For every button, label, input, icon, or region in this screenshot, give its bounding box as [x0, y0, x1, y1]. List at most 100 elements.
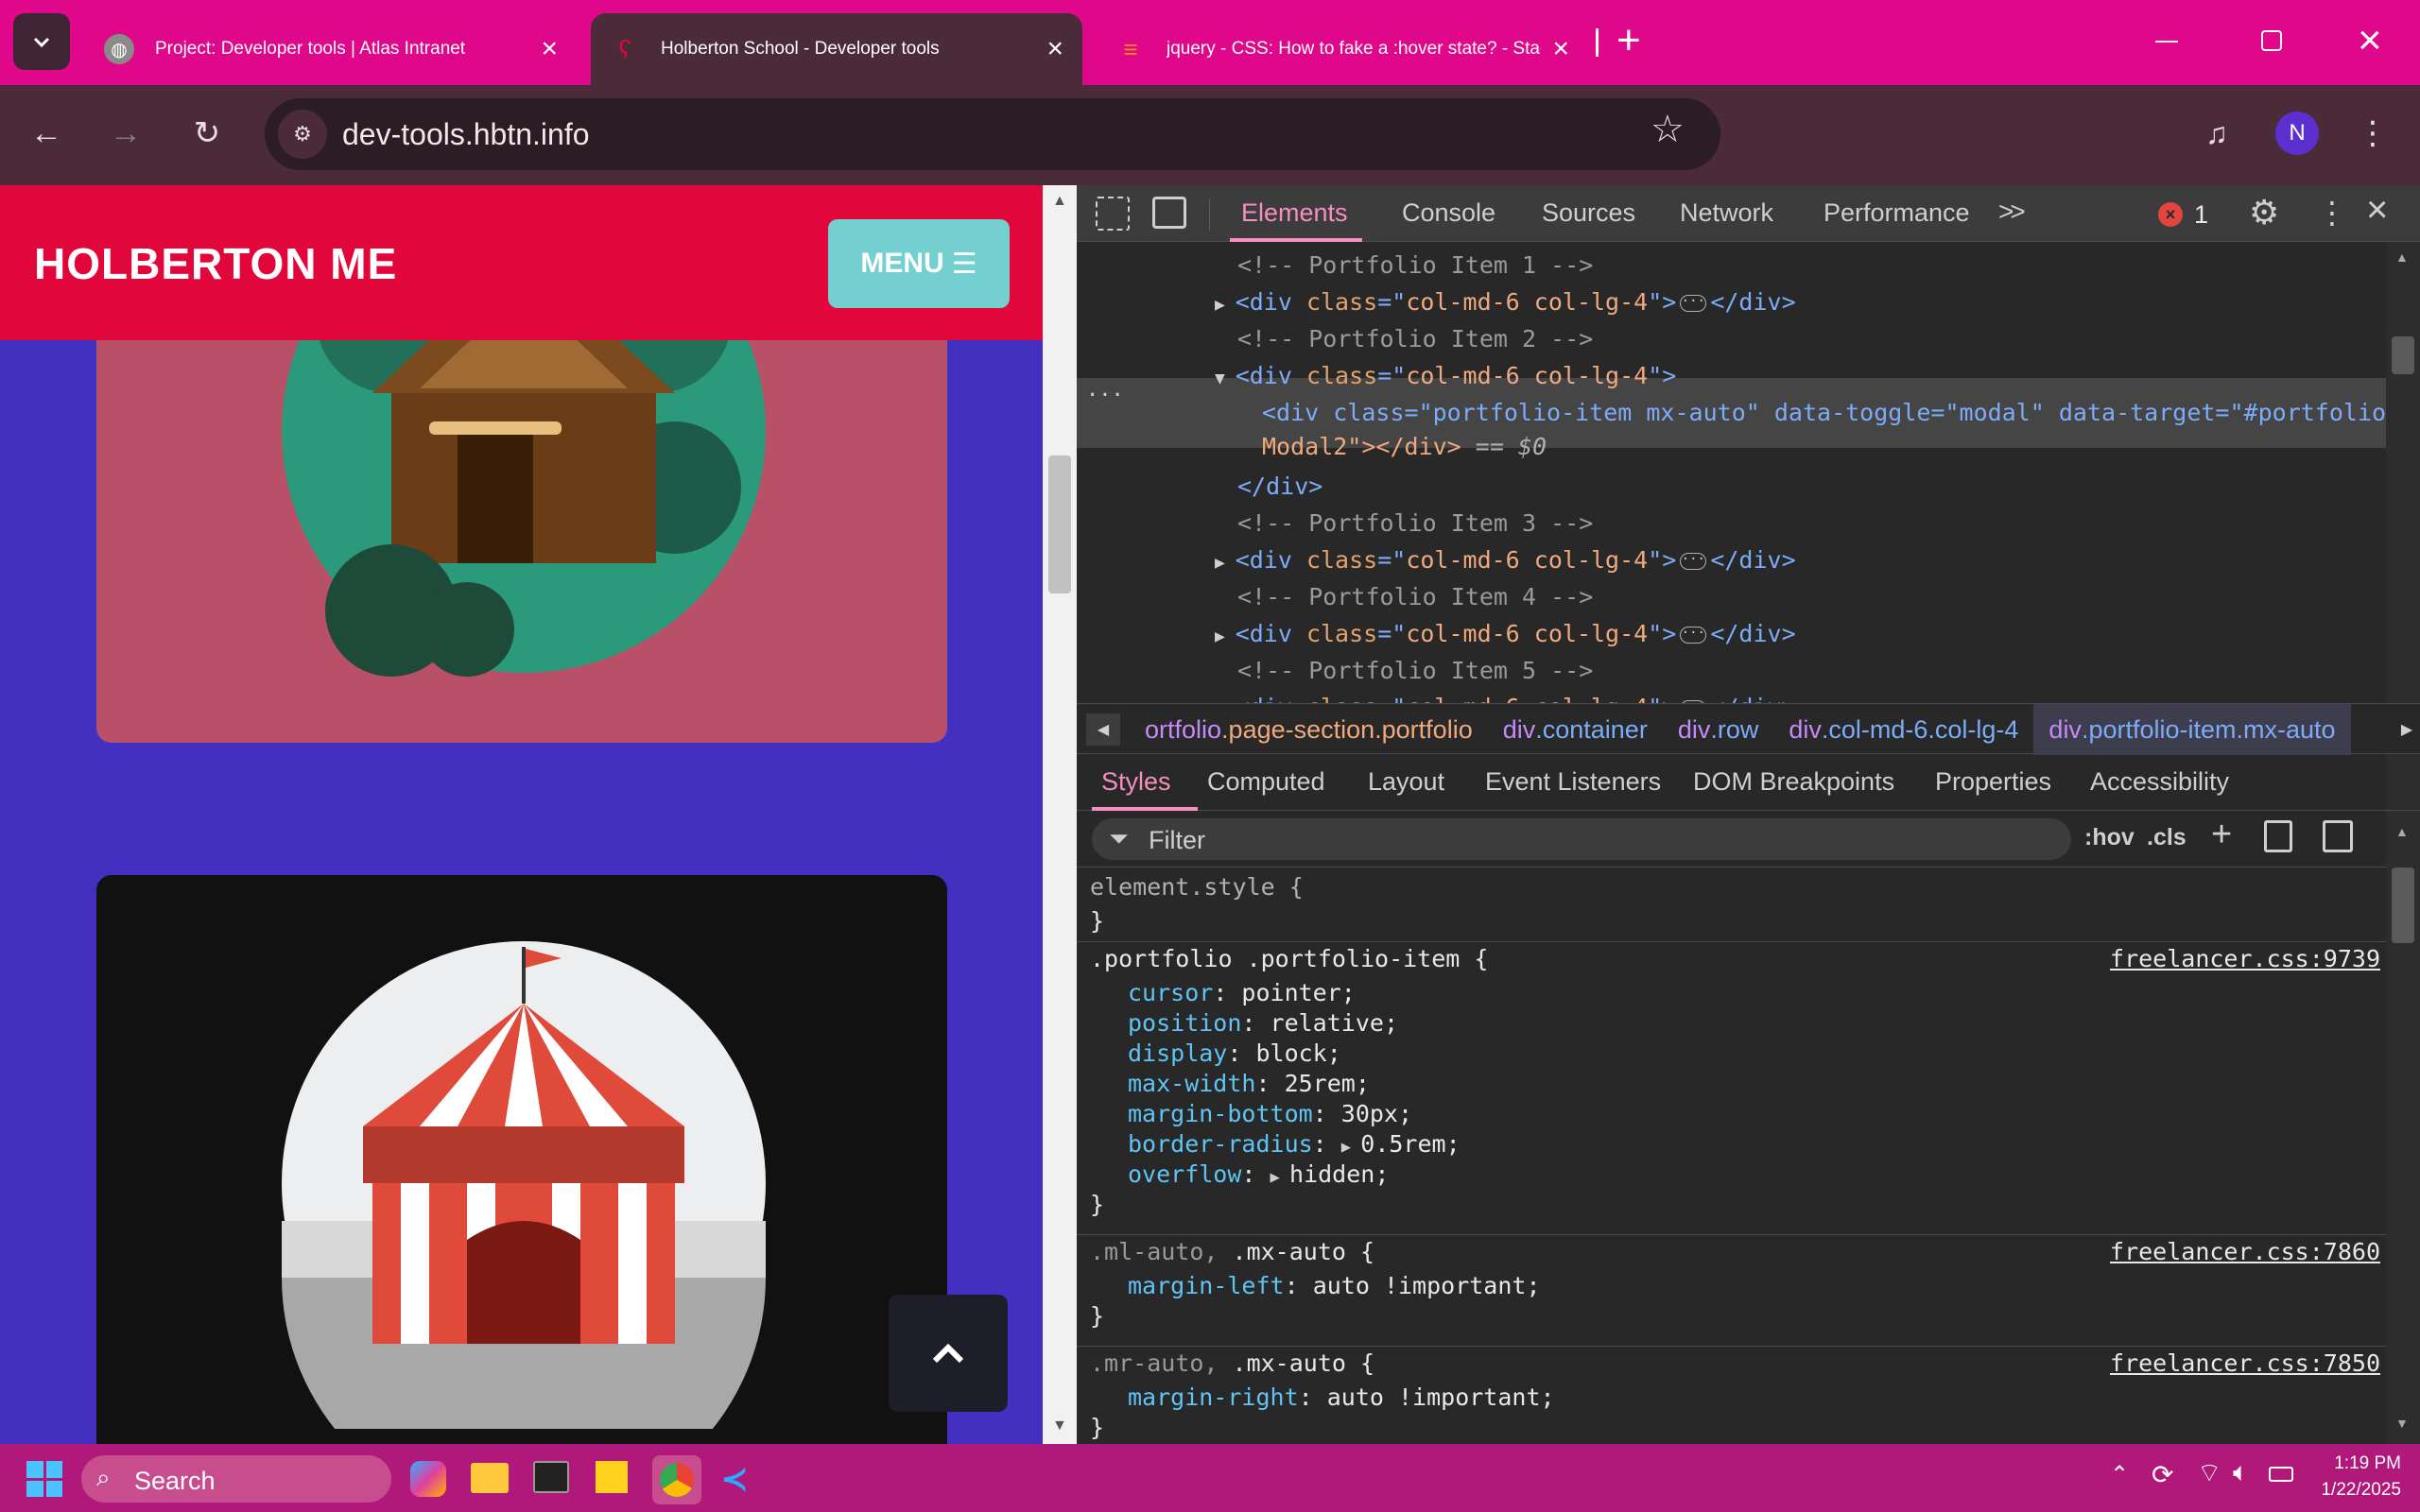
breadcrumb-item[interactable]: div .portfolio-item.mx-auto — [2033, 704, 2351, 755]
settings-gear-icon[interactable]: ⚙ — [2249, 193, 2279, 232]
media-playlist-icon[interactable]: ♫ — [2193, 112, 2240, 155]
taskbar-search[interactable]: ⌕ Search — [81, 1455, 391, 1503]
dom-node-expanded[interactable]: ▼ <div class="col-md-6 col-lg-4"> — [1215, 362, 1676, 389]
forward-icon[interactable]: → — [104, 112, 147, 155]
element-style-selector[interactable]: element.style { — [1090, 873, 1304, 901]
expand-triangle-icon[interactable]: ▶ — [1270, 1168, 1289, 1187]
close-window-button[interactable]: × — [2358, 17, 2382, 64]
rule-source-link[interactable]: freelancer.css:7850 — [2110, 1349, 2380, 1377]
expand-triangle-icon[interactable]: ▶ — [1341, 1138, 1360, 1157]
tab-atlas[interactable]: ◍ Project: Developer tools | Atlas Intra… — [85, 13, 577, 85]
error-icon[interactable]: × — [2158, 202, 2183, 227]
rule-selector[interactable]: .ml-auto, .mx-auto { — [1090, 1238, 1374, 1265]
device-toolbar-icon[interactable] — [1152, 197, 1186, 229]
dom-node-collapsed[interactable]: ▶ <div class="col-md-6 col-lg-4">···</di… — [1215, 546, 1796, 574]
breadcrumb-scroll-left[interactable]: ◀ — [1086, 713, 1120, 746]
close-tab-icon[interactable]: × — [1046, 33, 1063, 65]
subtab-dom-breakpoints[interactable]: DOM Breakpoints — [1693, 767, 1894, 797]
portfolio-item-card[interactable] — [96, 875, 947, 1444]
back-icon[interactable]: ← — [25, 112, 68, 155]
subtab-computed[interactable]: Computed — [1207, 767, 1325, 797]
subtab-accessibility[interactable]: Accessibility — [2090, 767, 2229, 797]
terminal-icon[interactable] — [533, 1461, 569, 1493]
address-bar[interactable]: ⚙ dev-tools.hbtn.info ☆ — [265, 98, 1720, 170]
scrollbar-thumb[interactable] — [2392, 868, 2414, 943]
chrome-icon[interactable] — [652, 1455, 701, 1504]
ellipsis-badge[interactable]: ··· — [1680, 627, 1707, 644]
tab-elements[interactable]: Elements — [1241, 198, 1348, 228]
profile-avatar[interactable]: N — [2275, 112, 2319, 155]
subtab-event-listeners[interactable]: Event Listeners — [1485, 767, 1661, 797]
scroll-down-arrow[interactable]: ▼ — [2395, 1416, 2409, 1431]
rule-selector[interactable]: .portfolio .portfolio-item { — [1090, 945, 1488, 972]
restore-button[interactable] — [2261, 30, 2282, 51]
inspect-element-icon[interactable] — [1096, 197, 1130, 231]
wifi-icon[interactable]: ⌔ — [2197, 1457, 2221, 1490]
copilot-icon[interactable] — [410, 1461, 446, 1497]
site-settings-icon[interactable]: ⚙ — [278, 110, 327, 159]
new-tab-button[interactable]: + — [1616, 17, 1641, 64]
dom-comment[interactable]: <!-- Portfolio Item 5 --> — [1237, 657, 1593, 684]
sticky-notes-icon[interactable] — [596, 1461, 628, 1493]
site-brand[interactable]: HOLBERTON ME — [34, 238, 397, 289]
css-property[interactable]: margin-bottom: 30px; — [1128, 1100, 1412, 1127]
sync-icon[interactable]: ⟳ — [2152, 1459, 2173, 1490]
dom-comment[interactable]: <!-- Portfolio Item 3 --> — [1237, 509, 1593, 537]
breadcrumb-item[interactable]: ortfolio .page-section.portfolio — [1130, 704, 1488, 755]
dom-comment[interactable]: <!-- Portfolio Item 2 --> — [1237, 325, 1593, 352]
clock-date[interactable]: 1/22/2025 — [2297, 1480, 2401, 1501]
toggle-sidebar-icon[interactable] — [2323, 820, 2353, 852]
breadcrumb-item[interactable]: div .col-md-6.col-lg-4 — [1773, 704, 2033, 755]
error-count[interactable]: 1 — [2194, 200, 2208, 230]
dom-comment[interactable]: <!-- Portfolio Item 4 --> — [1237, 583, 1593, 610]
subtab-styles[interactable]: Styles — [1101, 767, 1171, 797]
subtab-properties[interactable]: Properties — [1935, 767, 2051, 797]
css-property[interactable]: border-radius: ▶ 0.5rem; — [1128, 1130, 1461, 1158]
reload-icon[interactable]: ↻ — [185, 112, 229, 155]
battery-icon[interactable] — [2269, 1467, 2293, 1482]
tab-sources[interactable]: Sources — [1542, 198, 1635, 228]
breadcrumb-item[interactable]: div .container — [1488, 704, 1663, 755]
css-property[interactable]: position: relative; — [1128, 1009, 1398, 1037]
close-devtools-icon[interactable]: × — [2366, 189, 2388, 232]
clock-time[interactable]: 1:19 PM — [2316, 1453, 2401, 1474]
dom-close-tag[interactable]: </div> — [1237, 472, 1322, 500]
close-tab-icon[interactable]: × — [541, 33, 558, 65]
scroll-up-arrow[interactable]: ▲ — [1052, 193, 1067, 210]
scroll-down-arrow[interactable]: ▼ — [1052, 1418, 1067, 1435]
expanded-triangle-icon[interactable]: ▼ — [1215, 369, 1236, 388]
tab-network[interactable]: Network — [1680, 198, 1773, 228]
css-property[interactable]: margin-right: auto !important; — [1128, 1383, 1555, 1411]
bookmark-star-icon[interactable]: ☆ — [1651, 108, 1685, 151]
css-property[interactable]: margin-left: auto !important; — [1128, 1272, 1541, 1299]
page-scrollbar[interactable]: ▲ ▼ — [1043, 185, 1077, 1444]
ellipsis-badge[interactable]: ··· — [1680, 295, 1707, 312]
collapsed-triangle-icon[interactable]: ▶ — [1215, 295, 1236, 315]
devtools-menu-icon[interactable]: ⋮ — [2317, 195, 2347, 231]
scroll-up-arrow[interactable]: ▲ — [2395, 249, 2409, 265]
scrollbar-thumb[interactable] — [1048, 455, 1071, 593]
dom-comment[interactable]: <!-- Portfolio Item 1 --> — [1237, 251, 1593, 279]
tray-chevron-icon[interactable]: ⌃ — [2110, 1461, 2129, 1488]
minimize-button[interactable] — [2155, 41, 2178, 43]
scrollbar-thumb[interactable] — [2392, 336, 2414, 374]
close-tab-icon[interactable]: × — [1552, 33, 1569, 65]
node-ellipsis-icon[interactable]: ··· — [1086, 384, 1124, 407]
collapsed-triangle-icon[interactable]: ▶ — [1215, 553, 1236, 573]
back-to-top-button[interactable] — [889, 1295, 1008, 1412]
filter-input[interactable]: ⏷ Filter — [1092, 818, 2071, 860]
browser-menu-icon[interactable]: ⋮ — [2354, 112, 2392, 155]
css-property[interactable]: cursor: pointer; — [1128, 979, 1356, 1006]
breadcrumb-scroll-right[interactable]: ▶ — [2394, 713, 2419, 746]
css-property[interactable]: max-width: 25rem; — [1128, 1070, 1370, 1097]
tab-holberton[interactable]: ʕ Holberton School - Developer tools × — [591, 13, 1082, 85]
url-text[interactable]: dev-tools.hbtn.info — [342, 117, 590, 152]
rule-source-link[interactable]: freelancer.css:7860 — [2110, 1238, 2380, 1265]
paint-brush-icon[interactable] — [2264, 820, 2292, 852]
menu-button[interactable]: MENU ☰ — [828, 219, 1010, 308]
css-property[interactable]: display: block; — [1128, 1040, 1341, 1067]
rule-selector[interactable]: .mr-auto, .mx-auto { — [1090, 1349, 1374, 1377]
tab-search-button[interactable] — [13, 13, 70, 70]
file-explorer-icon[interactable] — [471, 1463, 509, 1493]
subtab-layout[interactable]: Layout — [1368, 767, 1444, 797]
